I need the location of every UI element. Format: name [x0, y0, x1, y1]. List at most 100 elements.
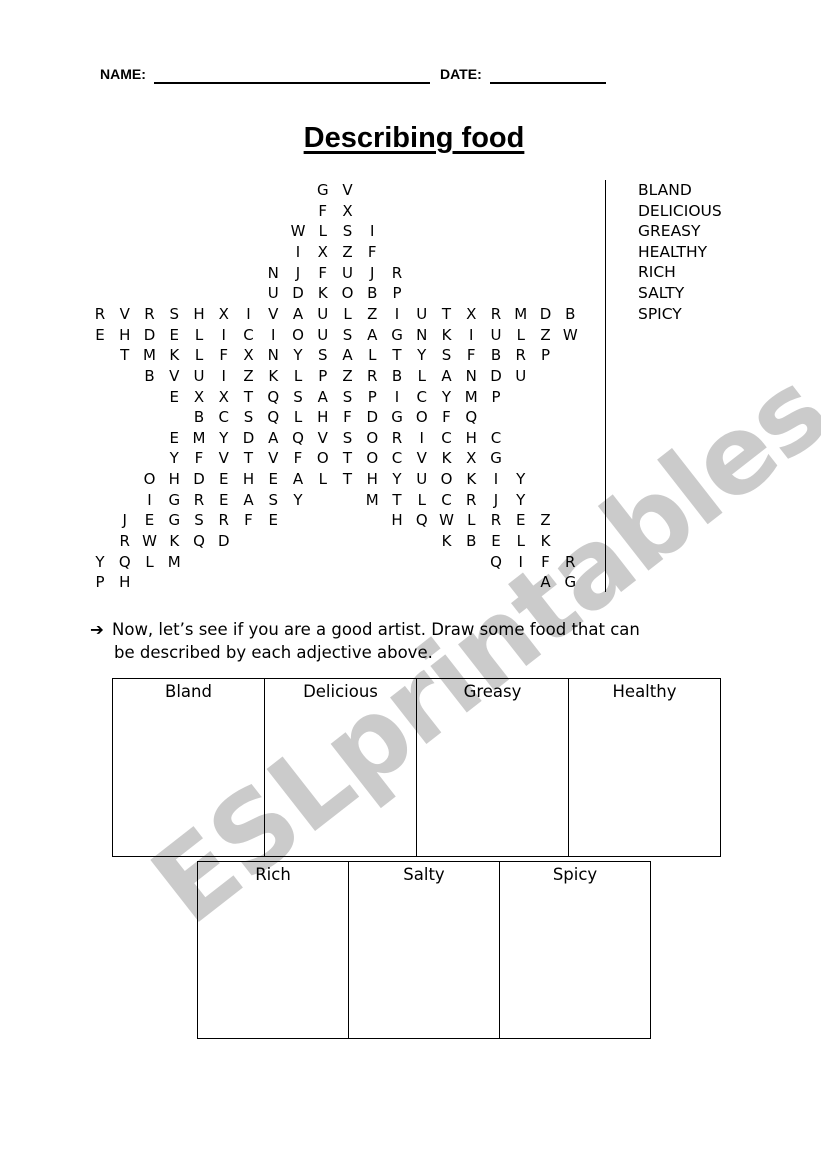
- grid-letter[interactable]: V: [115, 305, 135, 323]
- grid-letter[interactable]: P: [486, 388, 506, 406]
- grid-letter[interactable]: G: [313, 181, 333, 199]
- grid-letter[interactable]: H: [313, 408, 333, 426]
- grid-letter[interactable]: V: [263, 305, 283, 323]
- grid-letter[interactable]: T: [437, 305, 457, 323]
- grid-letter[interactable]: E: [140, 511, 160, 529]
- grid-letter[interactable]: M: [164, 553, 184, 571]
- grid-letter[interactable]: B: [486, 346, 506, 364]
- grid-letter[interactable]: D: [362, 408, 382, 426]
- grid-letter[interactable]: F: [437, 408, 457, 426]
- grid-letter[interactable]: O: [362, 449, 382, 467]
- grid-letter[interactable]: T: [338, 449, 358, 467]
- grid-letter[interactable]: X: [214, 305, 234, 323]
- grid-letter[interactable]: E: [164, 326, 184, 344]
- grid-letter[interactable]: K: [164, 532, 184, 550]
- grid-letter[interactable]: E: [90, 326, 110, 344]
- grid-letter[interactable]: I: [486, 470, 506, 488]
- grid-letter[interactable]: Z: [338, 367, 358, 385]
- grid-letter[interactable]: T: [387, 346, 407, 364]
- grid-letter[interactable]: P: [536, 346, 556, 364]
- grid-letter[interactable]: P: [362, 388, 382, 406]
- grid-letter[interactable]: F: [362, 243, 382, 261]
- grid-letter[interactable]: I: [214, 326, 234, 344]
- grid-letter[interactable]: W: [288, 222, 308, 240]
- grid-letter[interactable]: N: [263, 346, 283, 364]
- drawing-box-greasy[interactable]: Greasy: [416, 678, 569, 857]
- grid-letter[interactable]: B: [362, 284, 382, 302]
- grid-letter[interactable]: Z: [536, 511, 556, 529]
- grid-letter[interactable]: H: [164, 470, 184, 488]
- grid-letter[interactable]: K: [313, 284, 333, 302]
- grid-letter[interactable]: W: [140, 532, 160, 550]
- grid-letter[interactable]: A: [263, 429, 283, 447]
- grid-letter[interactable]: L: [288, 408, 308, 426]
- grid-letter[interactable]: F: [313, 202, 333, 220]
- grid-letter[interactable]: N: [412, 326, 432, 344]
- grid-letter[interactable]: J: [115, 511, 135, 529]
- grid-letter[interactable]: Q: [115, 553, 135, 571]
- grid-letter[interactable]: F: [338, 408, 358, 426]
- grid-letter[interactable]: B: [387, 367, 407, 385]
- grid-letter[interactable]: M: [189, 429, 209, 447]
- grid-letter[interactable]: R: [387, 429, 407, 447]
- grid-letter[interactable]: Y: [288, 491, 308, 509]
- grid-letter[interactable]: A: [288, 470, 308, 488]
- grid-letter[interactable]: K: [437, 449, 457, 467]
- grid-letter[interactable]: R: [362, 367, 382, 385]
- grid-letter[interactable]: U: [313, 305, 333, 323]
- grid-letter[interactable]: K: [164, 346, 184, 364]
- grid-letter[interactable]: G: [560, 573, 580, 591]
- grid-letter[interactable]: I: [263, 326, 283, 344]
- drawing-box-salty[interactable]: Salty: [348, 861, 500, 1039]
- grid-letter[interactable]: Z: [338, 243, 358, 261]
- grid-letter[interactable]: V: [263, 449, 283, 467]
- grid-letter[interactable]: I: [362, 222, 382, 240]
- grid-letter[interactable]: W: [437, 511, 457, 529]
- grid-letter[interactable]: S: [288, 388, 308, 406]
- grid-letter[interactable]: Q: [288, 429, 308, 447]
- grid-letter[interactable]: U: [486, 326, 506, 344]
- grid-letter[interactable]: I: [387, 388, 407, 406]
- grid-letter[interactable]: B: [560, 305, 580, 323]
- grid-letter[interactable]: D: [214, 532, 234, 550]
- grid-letter[interactable]: Q: [263, 388, 283, 406]
- drawing-box-spicy[interactable]: Spicy: [499, 861, 651, 1039]
- grid-letter[interactable]: M: [362, 491, 382, 509]
- grid-letter[interactable]: X: [461, 449, 481, 467]
- grid-letter[interactable]: H: [239, 470, 259, 488]
- grid-letter[interactable]: A: [536, 573, 556, 591]
- grid-letter[interactable]: B: [140, 367, 160, 385]
- grid-letter[interactable]: M: [461, 388, 481, 406]
- grid-letter[interactable]: L: [412, 367, 432, 385]
- grid-letter[interactable]: L: [511, 326, 531, 344]
- grid-letter[interactable]: S: [338, 388, 358, 406]
- grid-letter[interactable]: Y: [511, 491, 531, 509]
- drawing-box-healthy[interactable]: Healthy: [568, 678, 721, 857]
- grid-letter[interactable]: A: [239, 491, 259, 509]
- grid-letter[interactable]: B: [189, 408, 209, 426]
- name-field[interactable]: [154, 82, 430, 84]
- grid-letter[interactable]: V: [412, 449, 432, 467]
- grid-letter[interactable]: N: [263, 264, 283, 282]
- grid-letter[interactable]: Z: [536, 326, 556, 344]
- grid-letter[interactable]: Q: [263, 408, 283, 426]
- grid-letter[interactable]: V: [338, 181, 358, 199]
- grid-letter[interactable]: W: [560, 326, 580, 344]
- grid-letter[interactable]: T: [387, 491, 407, 509]
- grid-letter[interactable]: M: [511, 305, 531, 323]
- grid-letter[interactable]: Q: [412, 511, 432, 529]
- grid-letter[interactable]: V: [214, 449, 234, 467]
- grid-letter[interactable]: K: [437, 326, 457, 344]
- grid-letter[interactable]: F: [239, 511, 259, 529]
- grid-letter[interactable]: D: [189, 470, 209, 488]
- grid-letter[interactable]: I: [511, 553, 531, 571]
- drawing-box-bland[interactable]: Bland: [112, 678, 265, 857]
- grid-letter[interactable]: R: [189, 491, 209, 509]
- grid-letter[interactable]: O: [437, 470, 457, 488]
- grid-letter[interactable]: C: [437, 429, 457, 447]
- grid-letter[interactable]: E: [164, 388, 184, 406]
- grid-letter[interactable]: L: [189, 326, 209, 344]
- grid-letter[interactable]: I: [461, 326, 481, 344]
- grid-letter[interactable]: U: [313, 326, 333, 344]
- grid-letter[interactable]: F: [288, 449, 308, 467]
